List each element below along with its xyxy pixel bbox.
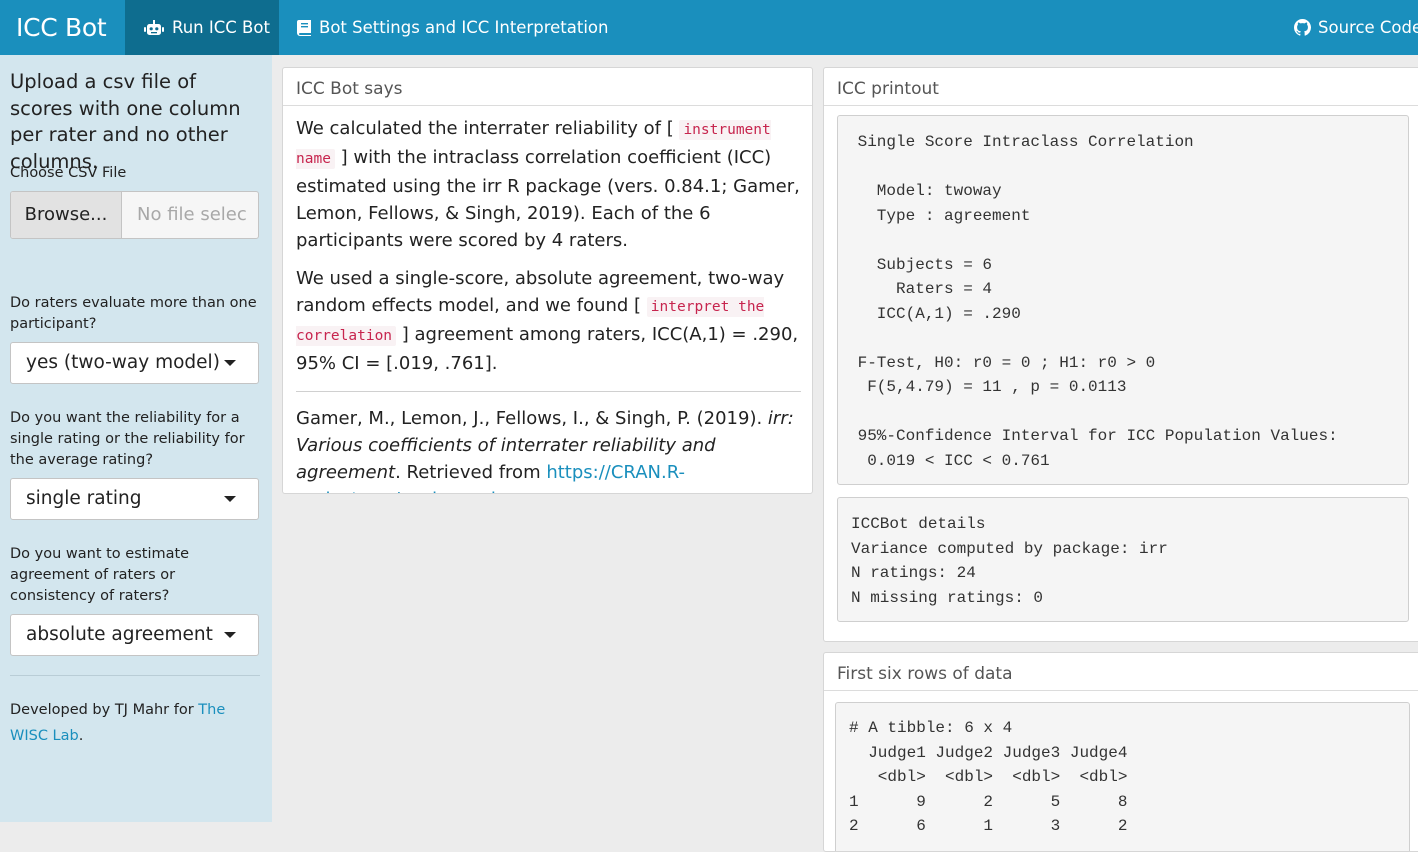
interpretation-text: We calculated the interrater reliability…: [296, 115, 801, 493]
text-span: . Retrieved from: [395, 462, 547, 483]
paragraph-reliability: We calculated the interrater reliability…: [296, 115, 801, 254]
caret-down-icon: [224, 360, 236, 366]
unit-question: Do you want the reliability for a single…: [10, 410, 245, 468]
unit-select[interactable]: single rating: [10, 478, 259, 520]
divider: [296, 391, 801, 392]
panel-heading: First six rows of data: [824, 653, 1418, 691]
tibble-output: # A tibble: 6 x 4 Judge1 Judge2 Judge3 J…: [835, 702, 1410, 851]
navbar: ICC Bot Run ICC Bot Bot Settings and ICC…: [0, 0, 1418, 55]
browse-button[interactable]: Browse...: [11, 192, 122, 238]
data-preview-panel: First six rows of data # A tibble: 6 x 4…: [823, 652, 1418, 852]
tab-run-icc-bot[interactable]: Run ICC Bot: [125, 0, 279, 55]
app-brand[interactable]: ICC Bot: [16, 0, 107, 55]
twoway-question: Do raters evaluate more than one partici…: [10, 295, 257, 332]
caret-down-icon: [224, 632, 236, 638]
source-code-label: Source Code: [1318, 18, 1418, 37]
csv-file-input[interactable]: Browse... No file selec: [10, 191, 259, 239]
type-select[interactable]: absolute agreement: [10, 614, 259, 656]
icc-printout-panel: ICC printout Single Score Intraclass Cor…: [823, 67, 1418, 642]
type-value: absolute agreement: [26, 624, 213, 645]
developer-text-end: .: [78, 728, 84, 744]
caret-down-icon: [224, 496, 236, 502]
file-name-field[interactable]: No file selec: [137, 192, 247, 238]
sidebar: Upload a csv file of scores with one col…: [0, 55, 272, 822]
developer-credit: Developed by TJ Mahr for The WISC Lab.: [10, 697, 262, 749]
paragraph-model: We used a single-score, absolute agreeme…: [296, 265, 801, 377]
text-span: Gamer, M., Lemon, J., Fellows, I., & Sin…: [296, 408, 768, 429]
file-input-label: Choose CSV File: [10, 165, 127, 181]
reference: Gamer, M., Lemon, J., Fellows, I., & Sin…: [296, 405, 801, 493]
twoway-select[interactable]: yes (two-way model): [10, 342, 259, 384]
divider: [10, 675, 260, 676]
icc-bot-says-panel: ICC Bot says We calculated the interrate…: [282, 67, 813, 494]
text-span: We calculated the interrater reliability…: [296, 118, 680, 139]
github-icon: [1294, 19, 1312, 36]
tab-label: Run ICC Bot: [172, 18, 270, 37]
twoway-value: yes (two-way model): [26, 352, 220, 373]
book-icon: [297, 20, 311, 36]
developer-text: Developed by TJ Mahr for: [10, 702, 199, 718]
panel-heading: ICC Bot says: [283, 68, 812, 106]
tab-label: Bot Settings and ICC Interpretation: [319, 18, 609, 37]
panel-heading: ICC printout: [824, 68, 1418, 106]
text-span: ] with the intraclass correlation coeffi…: [296, 147, 800, 251]
unit-value: single rating: [26, 488, 142, 509]
robot-icon: [144, 20, 164, 35]
type-question: Do you want to estimate agreement of rat…: [10, 546, 190, 604]
source-code-link[interactable]: Source Code: [1294, 0, 1418, 55]
icc-output: Single Score Intraclass Correlation Mode…: [837, 115, 1409, 485]
tab-bot-settings[interactable]: Bot Settings and ICC Interpretation: [297, 0, 608, 55]
iccbot-details: ICCBot details Variance computed by pack…: [837, 497, 1409, 622]
upload-instructions: Upload a csv file of scores with one col…: [10, 70, 241, 173]
